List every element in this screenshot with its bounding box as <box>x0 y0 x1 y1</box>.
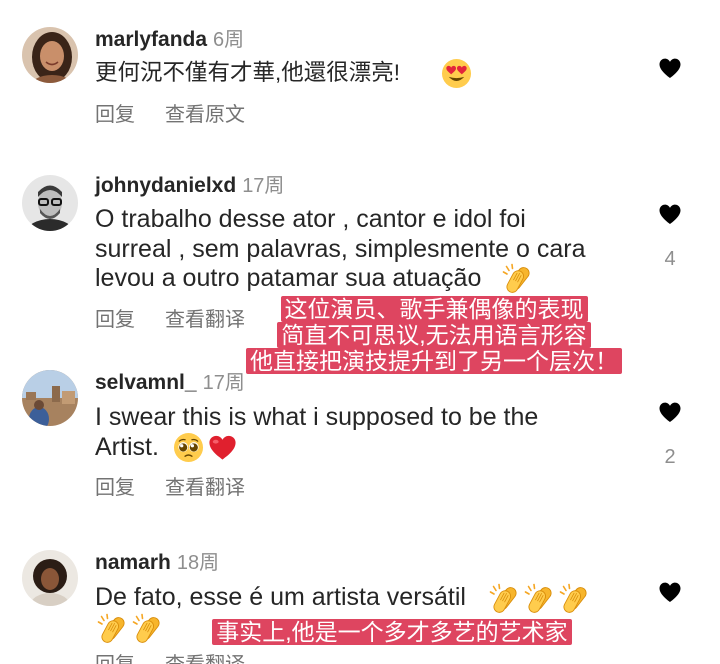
comment-username[interactable]: selvamnl_ <box>95 371 197 394</box>
comment-text-line: De fato, esse é um artista versátil <box>95 583 466 611</box>
avatar-photo <box>22 550 78 606</box>
comment-item: namarh 18周 De fato, esse é um artista ver… <box>0 550 720 664</box>
clapping-hands-icon <box>95 612 127 644</box>
avatar-photo <box>22 370 78 426</box>
like-count[interactable]: 2 <box>650 445 690 469</box>
comment-actions: 回复 查看翻译 <box>95 476 245 500</box>
clapping-hands-icon <box>557 582 589 614</box>
comment-item: selvamnl_ 17周 I swear this is what i supp… <box>0 370 720 501</box>
reply-button[interactable]: 回复 <box>95 654 135 664</box>
pleading-face-icon <box>173 432 204 463</box>
comment-item: marlyfanda 6周 更何況不僅有才華,他還很漂亮! 回复 查看原文 <box>0 27 720 128</box>
clapping-hands-icon <box>522 582 554 614</box>
smiling-face-with-heart-eyes-icon <box>441 58 472 89</box>
translation-text: 这位演员、歌手兼偶像的表现 <box>280 296 588 322</box>
comment-actions: 回复 查看原文 <box>95 103 245 127</box>
reply-button[interactable]: 回复 <box>95 104 135 126</box>
translation-line: 他直接把演技提升到了另一个层次！ <box>214 348 654 374</box>
translation-text: 他直接把演技提升到了另一个层次！ <box>246 348 622 374</box>
comment-text: De fato, esse é um artista versátil <box>95 583 466 613</box>
translation-line: 事实上,他是一个多才多艺的艺术家 <box>172 619 612 645</box>
comment-header: marlyfanda 6周 <box>95 28 244 52</box>
comment-header: namarh 18周 <box>95 551 219 575</box>
comment-time: 17周 <box>202 372 245 394</box>
view-translation-button[interactable]: 查看翻译 <box>165 477 245 499</box>
comment-time: 6周 <box>213 29 245 51</box>
comment-username[interactable]: johnydanielxd <box>95 174 236 197</box>
avatar[interactable] <box>22 175 78 231</box>
translation-text: 事实上,他是一个多才多艺的艺术家 <box>212 619 572 645</box>
like-count[interactable]: 4 <box>650 247 690 271</box>
comment-text: I swear this is what i supposed to be th… <box>95 403 538 462</box>
translation-overlay: 事实上,他是一个多才多艺的艺术家 <box>172 619 612 645</box>
comment-text-line: 更何況不僅有才華,他還很漂亮! <box>95 60 401 85</box>
comment-text: 更何況不僅有才華,他還很漂亮! <box>95 58 400 88</box>
avatar[interactable] <box>22 370 78 426</box>
comment-text-line: O trabalho desse ator , cantor e idol fo… <box>95 205 526 233</box>
comment-username[interactable]: namarh <box>95 551 171 574</box>
view-original-button[interactable]: 查看原文 <box>165 104 245 126</box>
avatar[interactable] <box>22 550 78 606</box>
avatar-photo <box>22 27 78 83</box>
clapping-hands-icon <box>130 612 162 644</box>
heart-filled-icon[interactable] <box>656 200 684 228</box>
heart-outline-icon[interactable] <box>656 54 684 82</box>
comment-username[interactable]: marlyfanda <box>95 28 207 51</box>
comment-text-line: I swear this is what i supposed to be th… <box>95 403 539 431</box>
reply-button[interactable]: 回复 <box>95 309 135 331</box>
comment-header: johnydanielxd 17周 <box>95 174 284 198</box>
heart-outline-icon[interactable] <box>656 578 684 606</box>
view-translation-button[interactable]: 查看翻译 <box>165 654 245 664</box>
red-heart-icon <box>207 432 238 463</box>
translation-text: 简直不可思议,无法用语言形容 <box>277 322 591 348</box>
comment-actions: 回复 查看翻译 <box>95 653 245 664</box>
avatar[interactable] <box>22 27 78 83</box>
translation-overlay: 这位演员、歌手兼偶像的表现 简直不可思议,无法用语言形容 他直接把演技提升到了另… <box>214 296 654 374</box>
comment-text-line: Artist. <box>95 432 159 461</box>
heart-outline-icon[interactable] <box>656 398 684 426</box>
comment-time: 18周 <box>176 552 220 574</box>
reply-button[interactable]: 回复 <box>95 477 135 499</box>
translation-line: 简直不可思议,无法用语言形容 <box>214 322 654 348</box>
translation-line: 这位演员、歌手兼偶像的表现 <box>214 296 654 322</box>
comment-header: selvamnl_ 17周 <box>95 371 245 395</box>
comment-text-line: surreal , sem palavras, simplesmente o c… <box>95 234 586 263</box>
avatar-photo <box>22 175 78 231</box>
clapping-hands-icon <box>500 262 532 294</box>
comment-time: 17周 <box>242 175 285 197</box>
clapping-hands-icon <box>487 582 519 614</box>
